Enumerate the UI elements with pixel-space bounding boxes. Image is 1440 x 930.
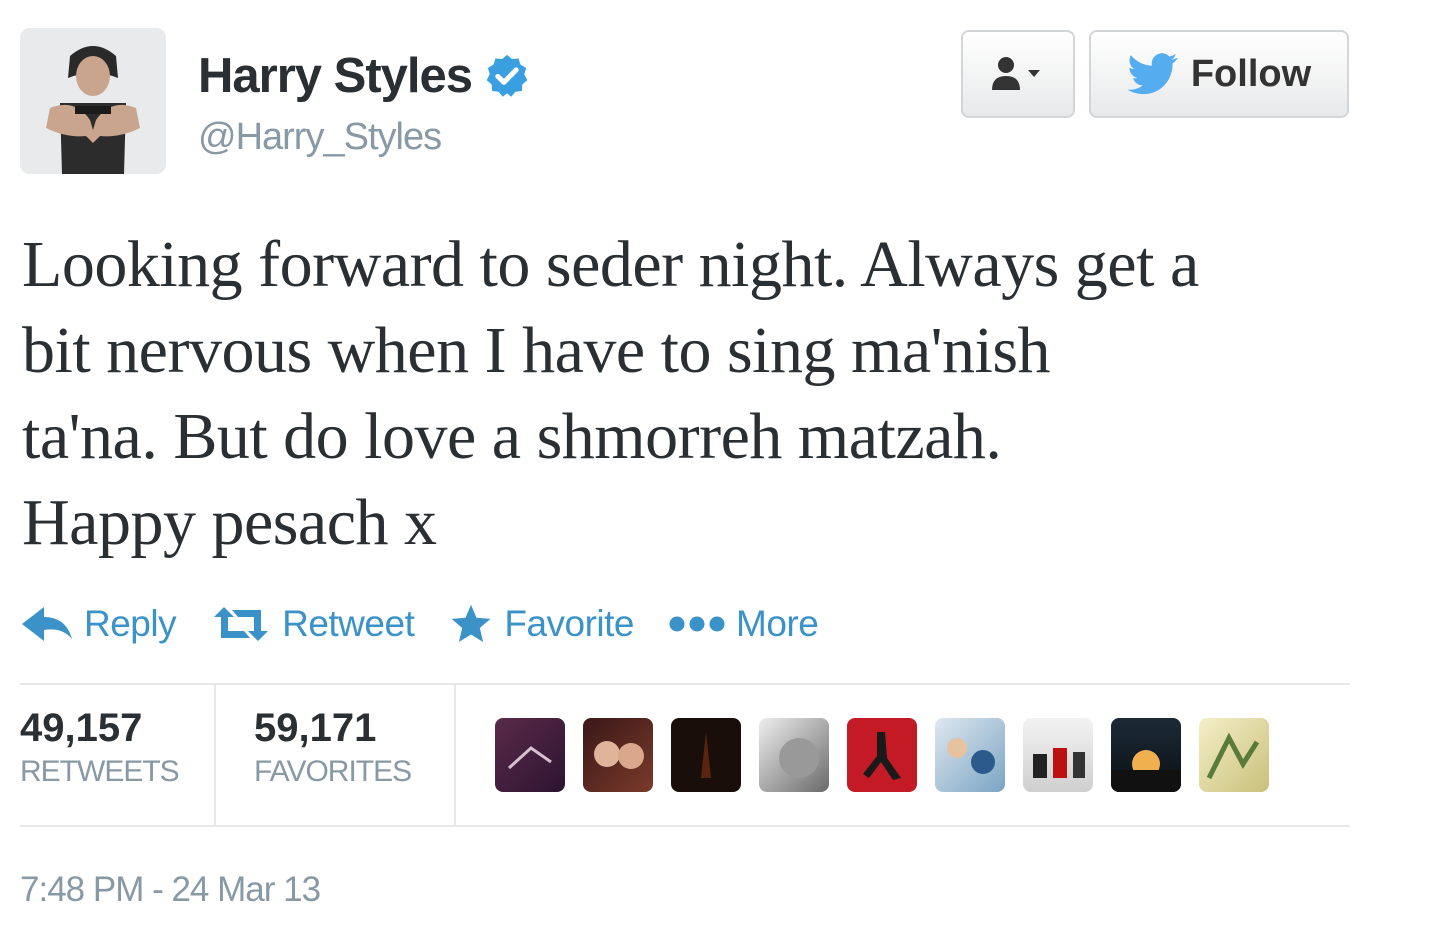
retweet-icon: [214, 607, 269, 641]
favorites-label: FAVORITES: [254, 755, 412, 788]
tweet-line: bit nervous when I have to sing ma'nish: [22, 314, 1051, 387]
more-action[interactable]: More: [668, 603, 819, 645]
reply-label: Reply: [84, 603, 177, 644]
follow-button[interactable]: Follow: [1089, 30, 1349, 118]
tweet-text: Looking forward to seder night. Always g…: [22, 222, 1372, 566]
stat-divider: [214, 684, 216, 826]
reply-icon: [22, 607, 72, 641]
twitter-bird-icon: [1127, 53, 1178, 95]
retweets-label: RETWEETS: [20, 755, 180, 788]
favorite-action[interactable]: Favorite: [448, 602, 634, 646]
favoriter-avatar[interactable]: [671, 718, 741, 792]
favoriter-avatar[interactable]: [583, 718, 653, 792]
favoriter-avatar[interactable]: [935, 718, 1005, 792]
tweet-actions: Reply Retweet Favorite More: [20, 596, 852, 652]
favorites-count: 59,171: [254, 706, 377, 750]
favoriter-avatars: [495, 718, 1287, 792]
more-dots-icon: [669, 616, 725, 632]
retweets-stat[interactable]: 49,157 RETWEETS: [20, 706, 180, 789]
verified-badge-icon: [486, 54, 528, 97]
favoriter-avatar[interactable]: [1023, 718, 1093, 792]
divider: [20, 825, 1350, 827]
favoriter-avatar[interactable]: [495, 718, 565, 792]
user-handle[interactable]: @Harry_Styles: [198, 116, 442, 159]
follow-label: Follow: [1190, 52, 1312, 95]
user-name-row[interactable]: Harry Styles: [198, 48, 530, 104]
more-label: More: [736, 603, 819, 644]
retweet-action[interactable]: Retweet: [210, 603, 415, 645]
tweet-line: ta'na. But do love a shmorreh matzah.: [22, 400, 1002, 473]
favorites-stat[interactable]: 59,171 FAVORITES: [254, 706, 412, 789]
favorite-label: Favorite: [504, 603, 634, 644]
tweet-timestamp[interactable]: 7:48 PM - 24 Mar 13: [20, 870, 321, 910]
favoriter-avatar[interactable]: [1199, 718, 1269, 792]
star-icon: [451, 604, 491, 642]
divider: [20, 683, 1350, 685]
user-actions-dropdown-button[interactable]: [961, 30, 1075, 118]
user-dropdown-icon: [992, 57, 1040, 90]
reply-action[interactable]: Reply: [20, 603, 177, 645]
retweets-count: 49,157: [20, 706, 143, 750]
user-name[interactable]: Harry Styles: [198, 48, 473, 104]
favoriter-avatar[interactable]: [847, 718, 917, 792]
favoriter-avatar[interactable]: [1111, 718, 1181, 792]
avatar-image: [20, 28, 166, 174]
stat-divider: [454, 684, 456, 826]
avatar[interactable]: [20, 28, 166, 174]
tweet-line: Happy pesach x: [22, 486, 437, 559]
retweet-label: Retweet: [282, 603, 415, 644]
tweet-line: Looking forward to seder night. Always g…: [22, 228, 1199, 301]
favoriter-avatar[interactable]: [759, 718, 829, 792]
